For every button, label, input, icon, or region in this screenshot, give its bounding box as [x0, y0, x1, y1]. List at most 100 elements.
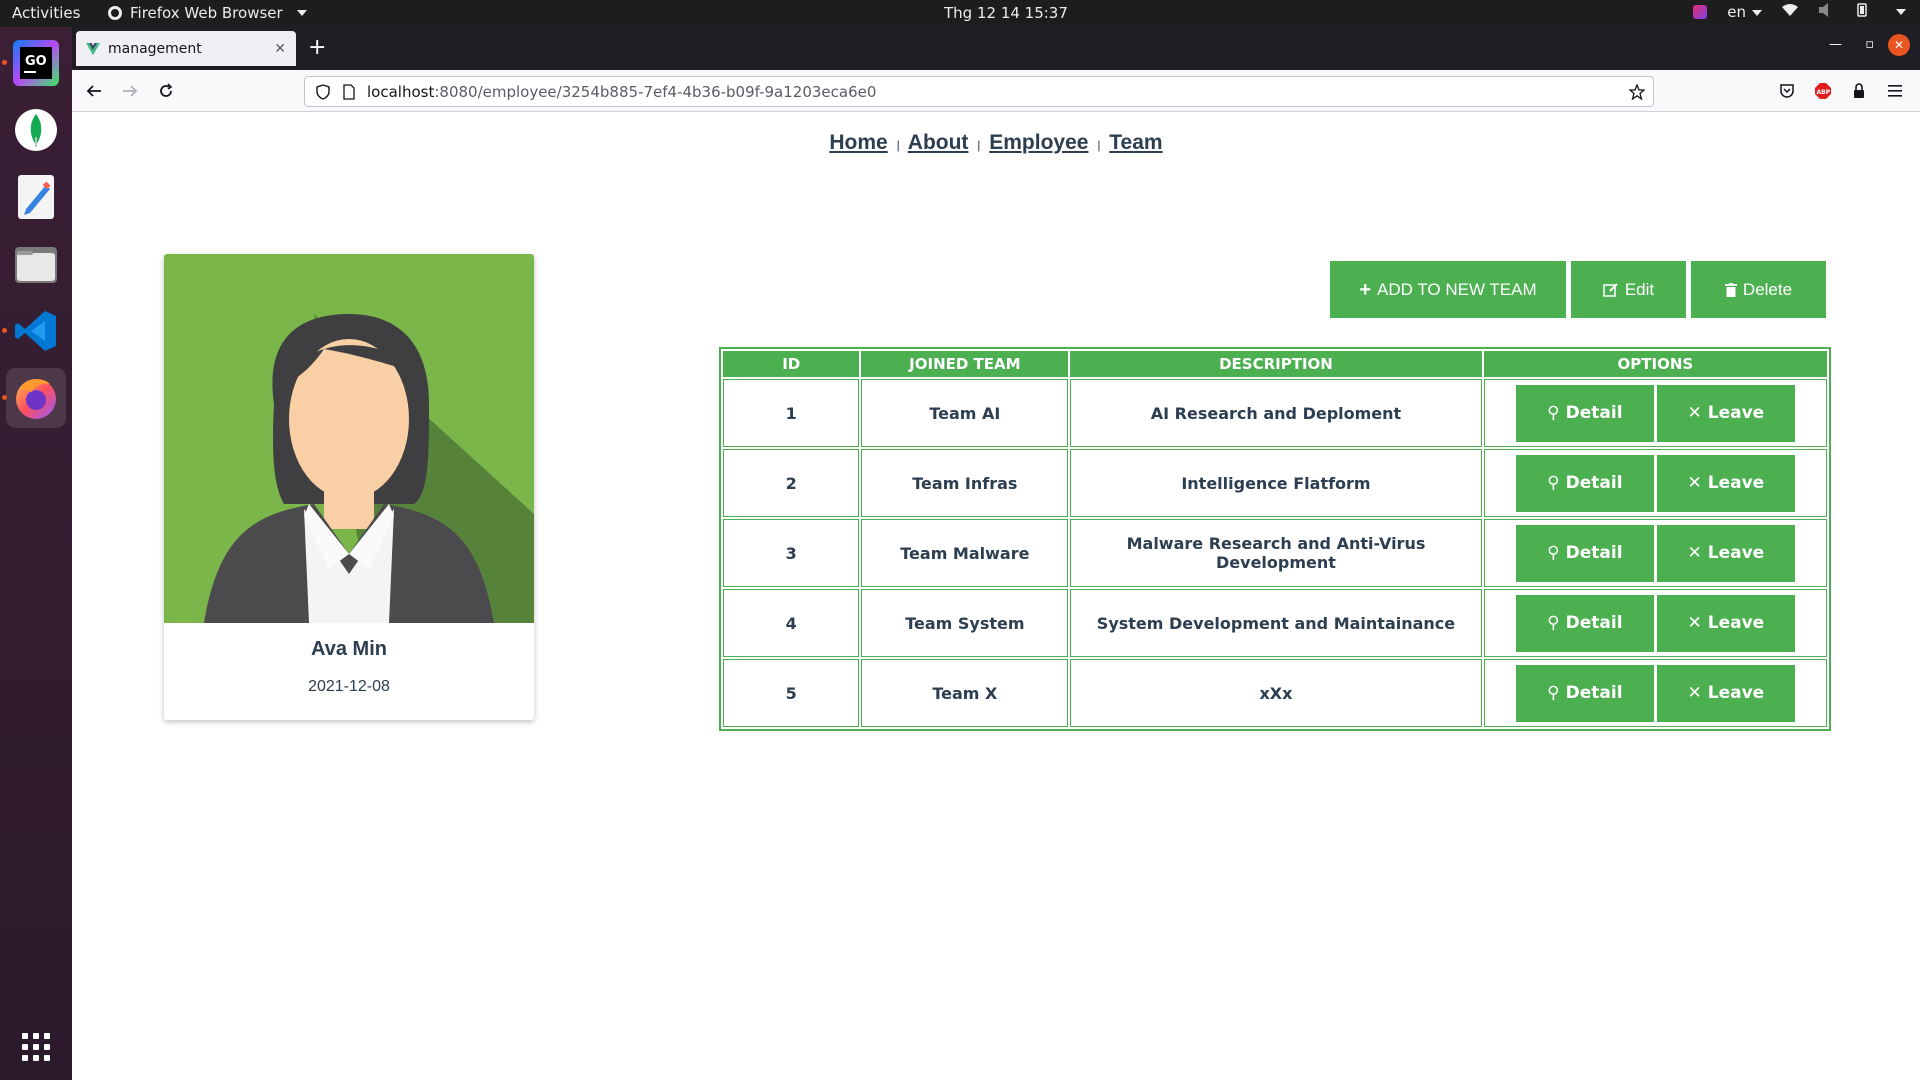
leave-label: Leave [1707, 403, 1765, 423]
goland-icon: GO [13, 40, 59, 86]
app-menu[interactable]: Firefox Web Browser [108, 4, 307, 22]
maximize-button[interactable]: ▫ [1865, 37, 1874, 52]
system-tray[interactable]: en [1693, 3, 1906, 21]
chevron-down-icon [1752, 9, 1762, 16]
running-indicator [2, 395, 7, 400]
detail-button[interactable]: ⚲ Detail [1515, 384, 1654, 442]
delete-button[interactable]: Delete [1691, 261, 1826, 318]
url-host: localhost [367, 82, 435, 101]
activities-button[interactable]: Activities [12, 4, 80, 22]
edit-label: Edit [1624, 279, 1655, 299]
nav-home-link[interactable]: Home [829, 131, 887, 154]
close-icon: ✕ [1687, 613, 1702, 633]
leave-button[interactable]: ✕ Leave [1656, 594, 1795, 652]
column-header-options: OPTIONS [1483, 351, 1827, 377]
leave-label: Leave [1707, 683, 1765, 703]
wifi-icon[interactable] [1782, 3, 1798, 21]
close-window-button[interactable]: ✕ [1888, 34, 1910, 56]
detail-label: Detail [1565, 473, 1623, 493]
vscode-launcher[interactable] [2, 301, 66, 361]
minimize-button[interactable]: — [1829, 37, 1842, 52]
indicator-app-icon[interactable] [1693, 5, 1708, 19]
goland-launcher[interactable]: GO [2, 33, 66, 93]
nav-separator: | [1097, 138, 1101, 152]
close-tab-icon[interactable]: ✕ [274, 41, 286, 57]
nav-about-link[interactable]: About [908, 131, 969, 154]
mongodb-compass-launcher[interactable] [6, 100, 66, 160]
browser-tab-bar: management ✕ + — ▫ ✕ [72, 27, 1920, 70]
firefox-launcher[interactable] [2, 368, 66, 428]
detail-label: Detail [1565, 543, 1623, 563]
table-row: 4 Team System System Development and Mai… [723, 589, 1827, 657]
detail-button[interactable]: ⚲ Detail [1515, 594, 1654, 652]
clock[interactable]: Thg 12 14 15:37 [944, 4, 1068, 22]
cell-description: AI Research and Deploment [1070, 379, 1482, 447]
page-icon[interactable] [343, 83, 355, 100]
detail-button[interactable]: ⚲ Detail [1515, 454, 1654, 512]
new-tab-button[interactable]: + [308, 35, 326, 60]
table-row: 2 Team Infras Intelligence Flatform ⚲ Det… [723, 449, 1827, 517]
detail-label: Detail [1565, 403, 1623, 423]
leave-button[interactable]: ✕ Leave [1656, 384, 1795, 442]
dock: GO [0, 27, 72, 1080]
search-icon: ⚲ [1547, 683, 1560, 703]
search-icon: ⚲ [1547, 473, 1560, 493]
cell-id: 1 [723, 379, 860, 447]
files-launcher[interactable] [6, 234, 66, 294]
leave-label: Leave [1707, 473, 1765, 493]
main-nav: Home | About | Employee | Team [72, 131, 1920, 155]
detail-button[interactable]: ⚲ Detail [1515, 524, 1654, 582]
chevron-down-icon[interactable] [1896, 9, 1906, 15]
cell-description: Malware Research and Anti-Virus Developm… [1070, 519, 1482, 587]
tab-management[interactable]: management ✕ [76, 31, 296, 66]
trash-icon [1724, 282, 1737, 297]
search-icon: ⚲ [1547, 543, 1560, 563]
column-header-joined-team: JOINED TEAM [861, 351, 1069, 377]
cell-id: 3 [723, 519, 860, 587]
back-button[interactable] [82, 79, 106, 103]
reload-button[interactable] [154, 79, 178, 103]
leave-button[interactable]: ✕ Leave [1656, 524, 1795, 582]
web-page: Home | About | Employee | Team Ava Min 2… [72, 112, 1920, 1080]
show-applications-button[interactable] [6, 1017, 66, 1077]
cell-options: ⚲ Detail ✕ Leave [1483, 589, 1827, 657]
close-icon: ✕ [1687, 683, 1702, 703]
vue-favicon [86, 42, 100, 55]
cell-team: Team System [861, 589, 1069, 657]
url-path: :8080/employee/3254b885-7ef4-4b36-b09f-9… [434, 82, 877, 101]
leave-button[interactable]: ✕ Leave [1656, 454, 1795, 512]
table-row: 3 Team Malware Malware Research and Anti… [723, 519, 1827, 587]
running-indicator [2, 60, 7, 65]
forward-button[interactable] [118, 79, 142, 103]
input-language[interactable]: en [1727, 3, 1762, 21]
text-editor-launcher[interactable] [6, 167, 66, 227]
teams-table: ID JOINED TEAM DESCRIPTION OPTIONS 1 Tea… [719, 347, 1831, 731]
app-menu-button[interactable] [1883, 79, 1907, 103]
column-header-id: ID [723, 351, 860, 377]
nav-separator: | [896, 138, 900, 152]
nav-employee-link[interactable]: Employee [989, 131, 1088, 154]
detail-label: Detail [1565, 683, 1623, 703]
nav-team-link[interactable]: Team [1109, 131, 1162, 154]
cell-options: ⚲ Detail ✕ Leave [1483, 379, 1827, 447]
add-to-new-team-button[interactable]: + ADD TO NEW TEAM [1330, 261, 1566, 318]
detail-button[interactable]: ⚲ Detail [1515, 664, 1654, 722]
pocket-button[interactable] [1775, 79, 1799, 103]
volume-icon[interactable] [1818, 3, 1834, 21]
cell-description: xXx [1070, 659, 1482, 727]
extension-button[interactable] [1847, 79, 1871, 103]
employee-name: Ava Min [311, 638, 387, 660]
url-bar[interactable]: localhost:8080/employee/3254b885-7ef4-4b… [304, 76, 1654, 107]
reload-icon [160, 83, 173, 97]
delete-label: Delete [1742, 279, 1793, 299]
leave-button[interactable]: ✕ Leave [1656, 664, 1795, 722]
bookmark-star-icon[interactable] [1629, 84, 1645, 100]
shield-icon[interactable] [315, 83, 331, 100]
adblock-button[interactable]: ABP [1811, 79, 1835, 103]
system-top-bar: Activities Firefox Web Browser Thg 12 14… [0, 0, 1920, 27]
leave-label: Leave [1707, 613, 1765, 633]
battery-icon[interactable] [1854, 3, 1870, 21]
firefox-small-icon [108, 6, 122, 20]
vscode-icon [15, 311, 56, 351]
edit-button[interactable]: Edit [1571, 261, 1686, 318]
